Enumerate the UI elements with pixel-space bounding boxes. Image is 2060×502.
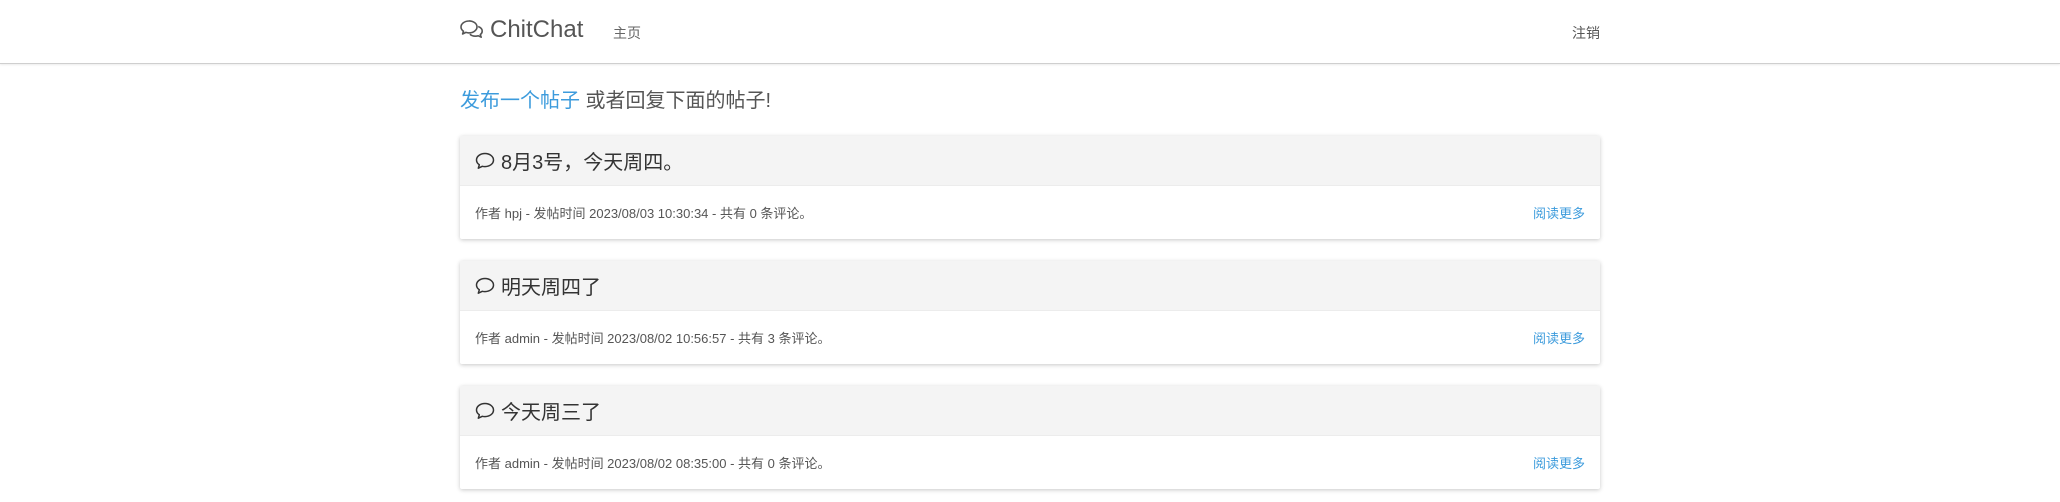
navbar-container: ChitChat 主页 注销 xyxy=(460,0,1600,63)
comment-icon xyxy=(475,152,495,169)
post-footer: 作者 admin - 发帖时间 2023/08/02 10:56:57 - 共有… xyxy=(460,311,1600,364)
post-meta: 作者 admin - 发帖时间 2023/08/02 08:35:00 - 共有… xyxy=(475,456,831,471)
navbar: ChitChat 主页 注销 xyxy=(0,0,2060,64)
nav-home-link[interactable]: 主页 xyxy=(613,23,641,43)
post-title: 今天周三了 xyxy=(501,402,601,424)
post-header: 今天周三了 xyxy=(460,386,1600,436)
main-content: 发布一个帖子 或者回复下面的帖子! xyxy=(460,64,1600,114)
read-more-link[interactable]: 阅读更多 xyxy=(1533,453,1585,472)
comments-icon xyxy=(460,20,483,38)
post-footer: 作者 hpj - 发帖时间 2023/08/03 10:30:34 - 共有 0… xyxy=(460,186,1600,239)
post-meta: 作者 hpj - 发帖时间 2023/08/03 10:30:34 - 共有 0… xyxy=(475,206,813,221)
read-more-link[interactable]: 阅读更多 xyxy=(1533,328,1585,347)
intro-line: 发布一个帖子 或者回复下面的帖子! xyxy=(460,88,1600,114)
logout-link[interactable]: 注销 xyxy=(1572,23,1600,43)
brand-link[interactable]: ChitChat xyxy=(460,16,583,44)
post-footer: 作者 admin - 发帖时间 2023/08/02 08:35:00 - 共有… xyxy=(460,436,1600,489)
post-meta: 作者 admin - 发帖时间 2023/08/02 10:56:57 - 共有… xyxy=(475,331,831,346)
intro-text: 或者回复下面的帖子! xyxy=(580,90,772,112)
post-card: 明天周四了 作者 admin - 发帖时间 2023/08/02 10:56:5… xyxy=(460,261,1600,364)
comment-icon xyxy=(475,277,495,294)
brand-name: ChitChat xyxy=(490,16,584,43)
post-header: 明天周四了 xyxy=(460,261,1600,311)
comment-icon xyxy=(475,402,495,419)
post-header: 8月3号，今天周四。 xyxy=(460,136,1600,186)
post-card: 今天周三了 作者 admin - 发帖时间 2023/08/02 08:35:0… xyxy=(460,386,1600,489)
new-post-link[interactable]: 发布一个帖子 xyxy=(460,90,580,112)
post-title: 8月3号，今天周四。 xyxy=(501,152,684,174)
read-more-link[interactable]: 阅读更多 xyxy=(1533,203,1585,222)
post-card: 8月3号，今天周四。 作者 hpj - 发帖时间 2023/08/03 10:3… xyxy=(460,136,1600,239)
post-title: 明天周四了 xyxy=(501,277,601,299)
